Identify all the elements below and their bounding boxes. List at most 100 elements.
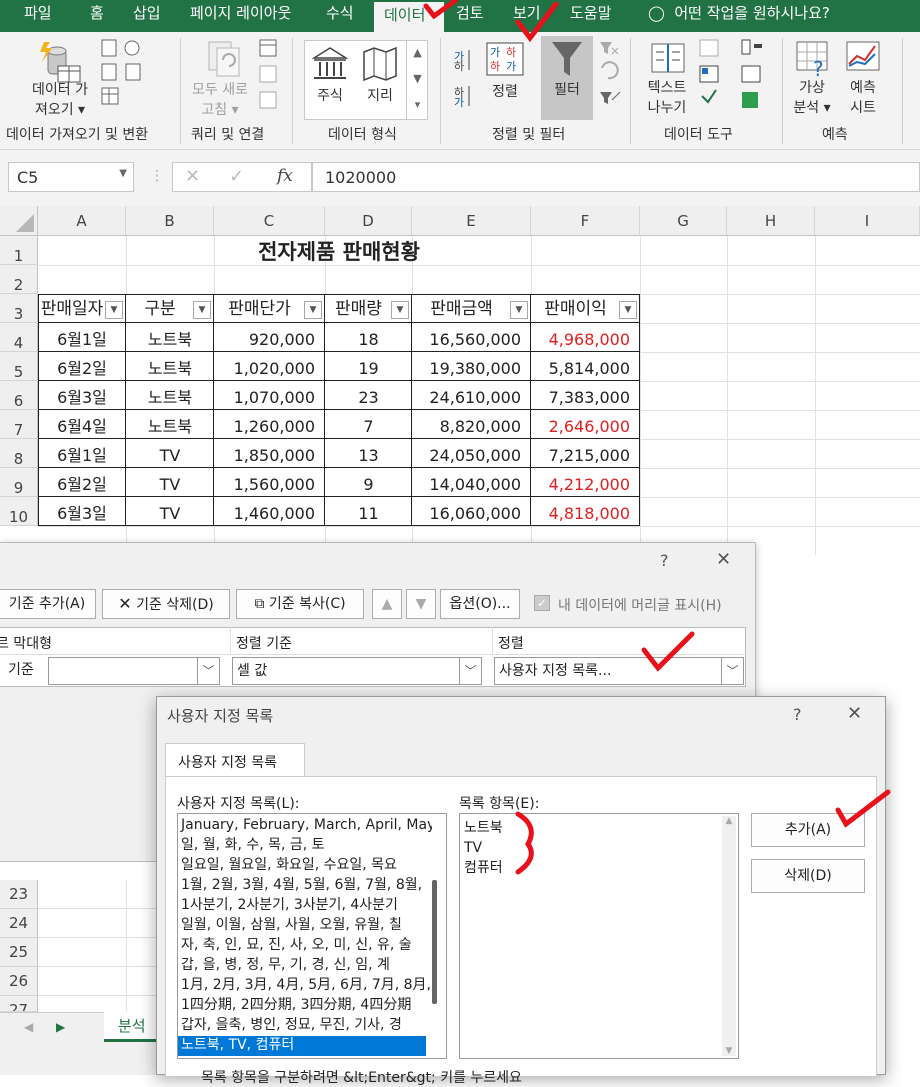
tab-insert[interactable]: 삽입 — [133, 0, 161, 32]
table-cell[interactable]: 1,260,000 — [214, 410, 325, 439]
row-header-5[interactable]: 5 — [0, 352, 38, 381]
table-cell[interactable]: 18 — [325, 323, 412, 352]
header-cell[interactable]: 구분 — [126, 294, 194, 323]
row-header-7[interactable]: 7 — [0, 410, 38, 439]
custom-list-item[interactable]: 자, 축, 인, 묘, 진, 사, 오, 미, 신, 유, 술 — [178, 936, 426, 956]
tell-me-search[interactable]: ◯ 어떤 작업을 원하시나요? — [648, 0, 830, 32]
table-cell[interactable]: 7,383,000 — [531, 381, 640, 410]
scroll-down-icon[interactable]: ▼ — [722, 1046, 736, 1056]
data-tool-icons[interactable] — [698, 38, 768, 126]
formula-input[interactable]: 1020000 — [312, 162, 920, 192]
delete-level-button[interactable]: ✕ 기준 삭제(D) — [102, 589, 230, 619]
filter-dropdown-icon[interactable]: ▼ — [304, 301, 322, 319]
header-cell[interactable]: 판매일자 — [38, 294, 106, 323]
row-header-2[interactable]: 2 — [0, 265, 38, 294]
options-button[interactable]: 옵션(O)... — [440, 589, 520, 619]
row-header-3[interactable]: 3 — [0, 294, 38, 323]
formula-bar-splitter[interactable]: ⋮ — [150, 168, 164, 184]
scroll-tabs-right-icon[interactable]: ▶ — [56, 1020, 65, 1034]
tab-formulas[interactable]: 수식 — [326, 0, 354, 32]
table-cell[interactable]: 노트북 — [126, 410, 214, 439]
table-cell[interactable]: 6월2일 — [38, 468, 126, 497]
tab-custom-lists[interactable]: 사용자 지정 목록 — [165, 743, 305, 777]
table-cell[interactable]: 920,000 — [214, 323, 325, 352]
custom-list-item[interactable]: January, February, March, April, May — [178, 816, 435, 836]
row-header-23[interactable]: 23 — [0, 880, 38, 909]
help-button[interactable]: ? — [660, 551, 669, 570]
table-cell[interactable]: 2,646,000 — [531, 410, 640, 439]
row-header-26[interactable]: 26 — [0, 967, 38, 996]
table-cell[interactable]: 6월3일 — [38, 497, 126, 526]
filter-dropdown-icon[interactable]: ▼ — [391, 301, 409, 319]
tab-data[interactable]: 데이터 — [374, 0, 444, 32]
headers-checkbox[interactable]: ✓ — [534, 595, 550, 611]
sheet-title[interactable]: 전자제품 판매현황 — [38, 236, 640, 265]
custom-list-item[interactable]: 갑자, 을축, 병인, 정묘, 무진, 기사, 경 — [178, 1016, 426, 1036]
table-cell[interactable]: 7,215,000 — [531, 439, 640, 468]
table-cell[interactable]: 6월1일 — [38, 439, 126, 468]
close-button[interactable]: ✕ — [847, 703, 862, 724]
row-header-6[interactable]: 6 — [0, 381, 38, 410]
add-level-button[interactable]: 기준 추가(A) — [0, 589, 96, 619]
row-header-25[interactable]: 25 — [0, 938, 38, 967]
table-cell[interactable]: 노트북 — [126, 323, 214, 352]
table-cell[interactable]: 9 — [325, 468, 412, 497]
custom-list-item[interactable]: 노트북, TV, 컴퓨터 — [178, 1036, 426, 1056]
table-cell[interactable]: 6월2일 — [38, 352, 126, 381]
table-cell[interactable]: 1,070,000 — [214, 381, 325, 410]
gallery-scroll[interactable]: ▲ ▼ ▾ — [406, 40, 428, 120]
column-header-d[interactable]: D — [325, 206, 412, 236]
header-cell[interactable]: 판매량 — [325, 294, 392, 323]
custom-list-item[interactable]: 일요일, 월요일, 화요일, 수요일, 목요 — [178, 856, 426, 876]
row-header-9[interactable]: 9 — [0, 468, 38, 497]
forecast-sheet-button[interactable]: 예측 시트 — [842, 78, 884, 118]
column-header-b[interactable]: B — [126, 206, 214, 236]
table-cell[interactable]: 5,814,000 — [531, 352, 640, 381]
sort-button[interactable]: 정렬 — [484, 82, 526, 102]
delete-button[interactable]: 삭제(D) — [751, 859, 865, 893]
column-header-g[interactable]: G — [640, 206, 727, 236]
table-cell[interactable]: 1,560,000 — [214, 468, 325, 497]
tab-help[interactable]: 도움말 — [570, 0, 611, 32]
filter-dropdown-icon[interactable]: ▼ — [619, 301, 637, 319]
table-cell[interactable]: 4,818,000 — [531, 497, 640, 526]
scroll-tabs-left-icon[interactable]: ◀ — [24, 1020, 33, 1034]
help-button[interactable]: ? — [793, 705, 802, 724]
move-up-button[interactable]: ▲ — [372, 589, 402, 619]
select-all-corner[interactable] — [0, 206, 38, 236]
column-select[interactable]: ﹀ — [48, 657, 220, 685]
move-down-button[interactable]: ▼ — [406, 589, 436, 619]
add-button[interactable]: 추가(A) — [751, 813, 865, 847]
custom-lists-listbox[interactable]: January, February, March, April, May 일, 월… — [177, 813, 447, 1059]
table-cell[interactable]: 1,460,000 — [214, 497, 325, 526]
table-cell[interactable]: 24,610,000 — [412, 381, 531, 410]
custom-list-item[interactable]: 갑, 을, 병, 정, 무, 기, 경, 신, 임, 계 — [178, 956, 426, 976]
cancel-icon[interactable]: ✕ — [185, 166, 200, 187]
row-header-27[interactable]: 27 — [0, 996, 38, 1012]
table-cell[interactable]: 1,850,000 — [214, 439, 325, 468]
row-header-10[interactable]: 10 — [0, 497, 38, 526]
tab-page-layout[interactable]: 페이지 레이아웃 — [190, 0, 291, 32]
row-header-8[interactable]: 8 — [0, 439, 38, 468]
text-to-columns-button[interactable]: 텍스트 나누기 — [638, 78, 696, 118]
name-box[interactable]: C5 ▼ — [8, 162, 134, 192]
tab-view[interactable]: 보기 — [513, 0, 541, 32]
copy-level-button[interactable]: ⧉ 기준 복사(C) — [236, 589, 364, 619]
filter-dropdown-icon[interactable]: ▼ — [193, 301, 211, 319]
table-cell[interactable]: 노트북 — [126, 352, 214, 381]
listbox-scrollbar[interactable] — [432, 818, 438, 1054]
entries-scrollbar[interactable]: ▲ ▼ — [722, 816, 736, 1056]
table-cell[interactable]: 4,212,000 — [531, 468, 640, 497]
table-cell[interactable]: 6월3일 — [38, 381, 126, 410]
table-cell[interactable]: TV — [126, 497, 214, 526]
enter-icon[interactable]: ✓ — [229, 166, 244, 187]
table-cell[interactable]: 24,050,000 — [412, 439, 531, 468]
row-header-4[interactable]: 4 — [0, 323, 38, 352]
table-cell[interactable]: 4,968,000 — [531, 323, 640, 352]
custom-list-item[interactable]: 1月, 2月, 3月, 4月, 5月, 6月, 7月, 8月, — [178, 976, 431, 996]
table-cell[interactable]: 11 — [325, 497, 412, 526]
row-header-1[interactable]: 1 — [0, 236, 38, 265]
sort-az-icon[interactable]: 가하하가 — [452, 46, 474, 120]
sheet-tab-analysis[interactable]: 분석 — [104, 1012, 160, 1042]
filter-dropdown-icon[interactable]: ▼ — [105, 301, 123, 319]
